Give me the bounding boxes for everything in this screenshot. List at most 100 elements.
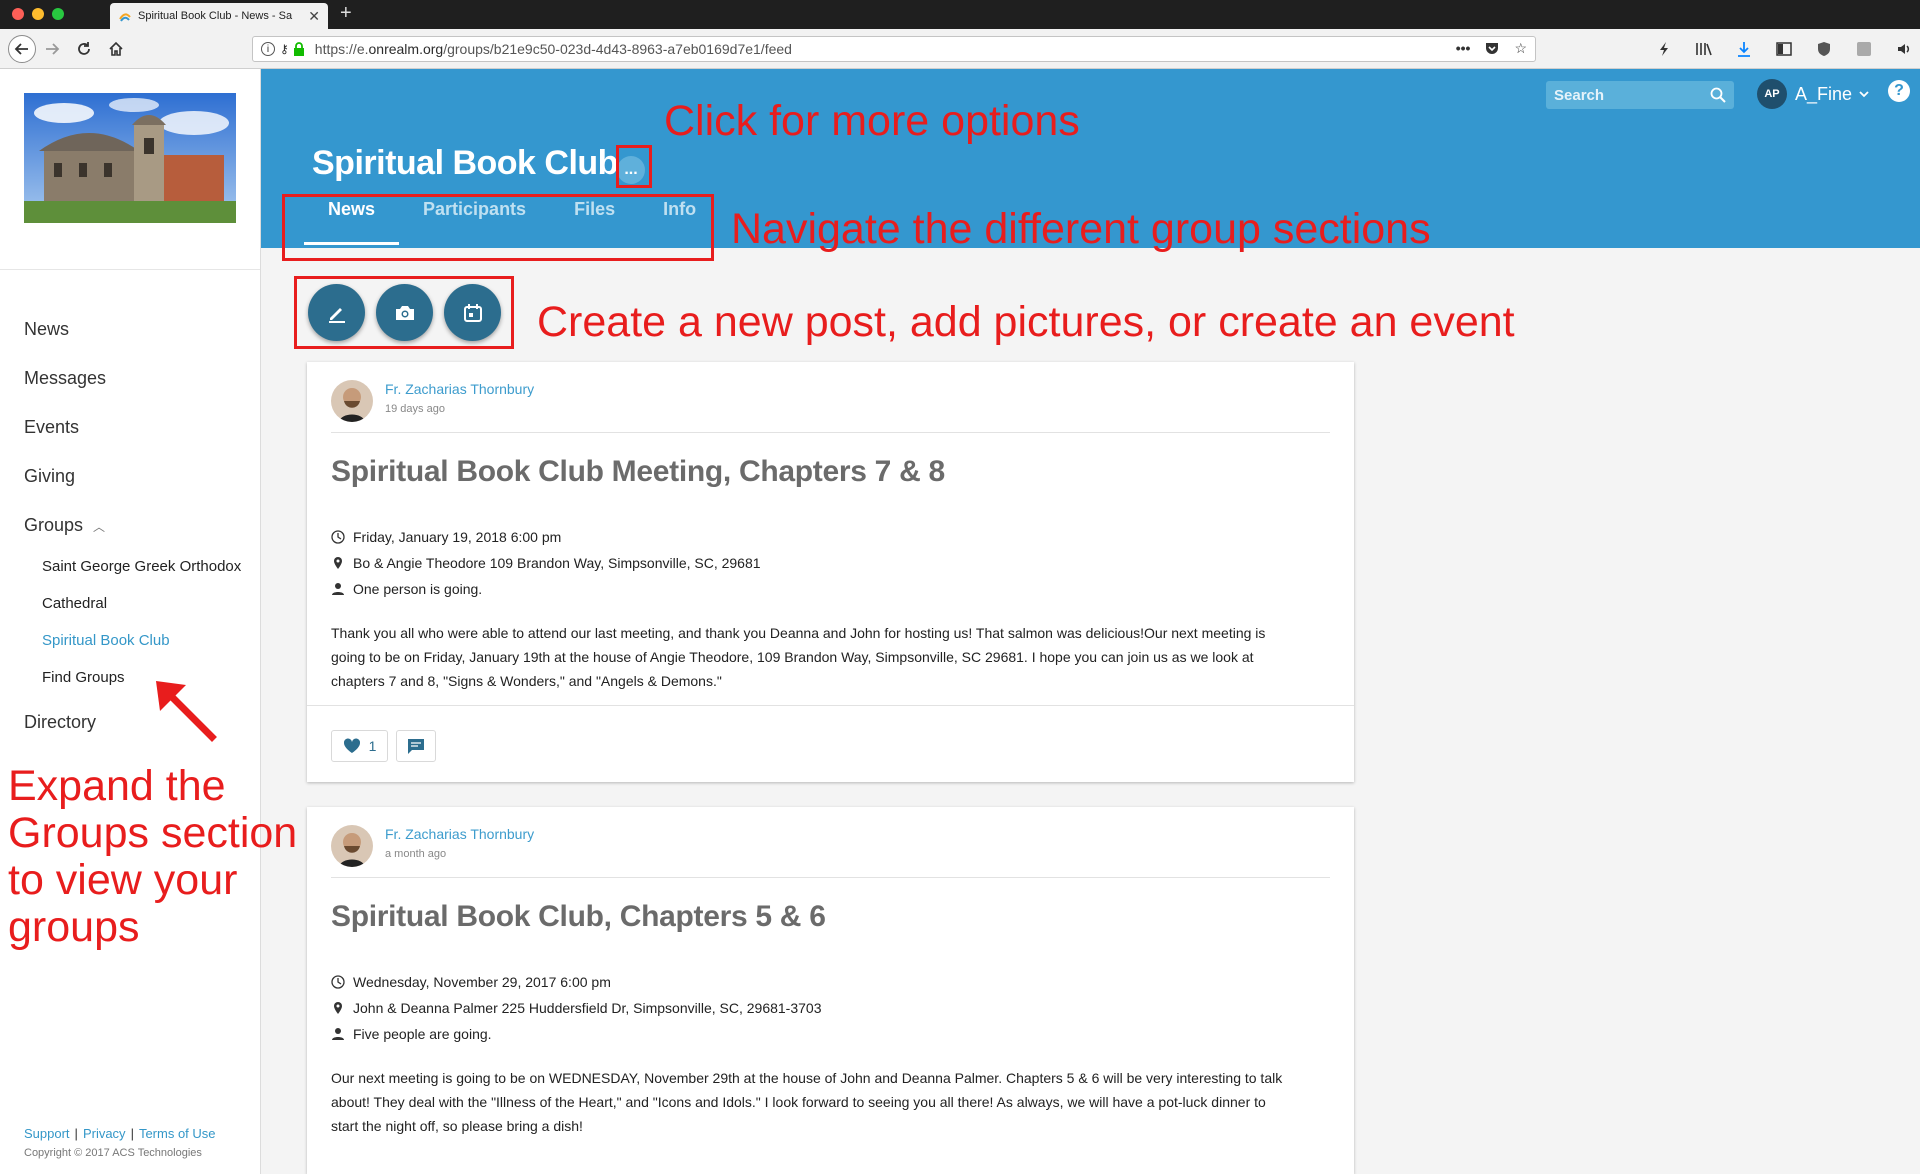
search-icon[interactable] [1710,87,1726,103]
event-attendance-text: One person is going. [353,581,483,597]
post-body-line: start the night off, so please bring a d… [331,1118,583,1134]
sidebar-group-spiritual-book-club[interactable]: Spiritual Book Club [24,631,241,668]
support-link[interactable]: Support [24,1126,70,1141]
footer-separator: | [74,1126,78,1141]
annotation-expand-line: to view your [8,856,238,904]
chevron-up-icon: ︿ [93,520,106,534]
terms-link[interactable]: Terms of Use [139,1126,216,1141]
sidebar-item-label: Directory [24,712,97,732]
like-button[interactable]: 1 [331,730,388,762]
browser-tab-active[interactable]: Spiritual Book Club - News - Sa ✕ [110,3,328,29]
address-bar[interactable]: i ⚷ https://e.onrealm.org/groups/b21e9c5… [252,36,1536,62]
footer-separator: | [130,1126,134,1141]
event-attendance: Five people are going. [331,1026,492,1042]
sidebar-item-label: Messages [24,368,107,388]
event-date-text: Wednesday, November 29, 2017 6:00 pm [353,974,611,990]
post-title[interactable]: Spiritual Book Club, Chapters 5 & 6 [331,900,826,934]
home-icon [109,41,123,56]
url-text: https://e.onrealm.org/groups/b21e9c50-02… [315,41,1456,57]
post-body-line: going to be on Friday, January 19th at t… [331,649,1254,665]
sidebar-item-messages[interactable]: Messages [24,366,241,415]
post-body-line: Our next meeting is going to be on WEDNE… [331,1070,1283,1086]
sidebar-footer: Support | Privacy | Terms of Use Copyright ©… [24,1126,216,1159]
event-attendance-text: Five people are going. [353,1026,492,1042]
sidebar-toggle-icon[interactable] [1775,40,1793,58]
event-location-text: John & Deanna Palmer 225 Huddersfield Dr… [353,1000,822,1016]
sidebar-item-label: Giving [24,466,76,486]
author-avatar[interactable] [331,380,373,422]
download-icon[interactable] [1735,40,1753,58]
bookmark-star-icon[interactable]: ☆ [1514,40,1527,59]
annotation-expand-line: groups [8,903,140,951]
post-header: Fr. Zacharias Thornbury 19 days ago [331,380,534,422]
annotation-box-more-options [616,145,652,188]
close-tab-icon[interactable]: ✕ [308,8,320,25]
flash-icon[interactable] [1655,40,1673,58]
post-body: Our next meeting is going to be on WEDNE… [331,1066,1331,1138]
sidebar-item-groups[interactable]: Groups ︿ [24,513,241,557]
reload-button[interactable] [72,37,96,61]
url-domain: onrealm.org [368,41,444,57]
copyright-text: Copyright © 2017 ACS Technologies [24,1147,202,1159]
library-icon[interactable] [1695,40,1713,58]
post-title[interactable]: Spiritual Book Club Meeting, Chapters 7 … [331,455,945,489]
shield-icon[interactable] [1815,40,1833,58]
user-menu[interactable]: AP A_Fine [1757,79,1870,109]
annotation-box-actions [294,276,514,349]
speaker-icon[interactable] [1895,40,1913,58]
sidebar-item-news[interactable]: News [24,317,241,366]
info-icon[interactable]: i [261,42,275,56]
arrow-left-icon [14,43,28,55]
author-name-link[interactable]: Fr. Zacharias Thornbury [385,381,534,397]
sidebar-item-label: Groups [24,515,84,535]
clock-icon [331,530,345,544]
privacy-link[interactable]: Privacy [83,1126,126,1141]
comment-button[interactable] [396,730,436,762]
arrow-right-icon [46,43,60,55]
chevron-down-icon [1859,91,1869,98]
pocket-icon[interactable] [1484,40,1500,59]
post-card: Fr. Zacharias Thornbury 19 days ago Spir… [307,362,1354,782]
event-date: Wednesday, November 29, 2017 6:00 pm [331,974,611,990]
sidebar-item-events[interactable]: Events [24,415,241,464]
back-button[interactable] [8,35,36,63]
tab-title: Spiritual Book Club - News - Sa [138,10,293,22]
sidebar-item-giving[interactable]: Giving [24,464,241,513]
page-actions-icon[interactable]: ••• [1456,40,1471,59]
reload-icon [78,42,90,55]
clock-icon [331,975,345,989]
author-avatar[interactable] [331,825,373,867]
minimize-window-button[interactable] [32,8,44,20]
annotation-arrow-icon [156,681,217,742]
post-timestamp: 19 days ago [385,403,445,415]
church-logo-image[interactable] [24,93,236,223]
annotation-box-tabs [282,194,714,261]
sidebar-group-saint-george[interactable]: Saint George Greek Orthodox [24,557,241,594]
site-favicon-icon [119,13,131,22]
zoom-window-button[interactable] [52,8,64,20]
browser-tab-bar: Spiritual Book Club - News - Sa ✕ + [0,0,1920,29]
help-icon[interactable]: ? [1888,80,1910,102]
new-tab-button[interactable]: + [340,2,352,25]
location-pin-icon [334,1002,342,1014]
annotation-expand-line: Groups section [8,809,298,857]
annotation-expand-line: Expand the [8,762,226,810]
post-body-line: chapters 7 and 8, "Signs & Wonders," and… [331,673,722,689]
person-icon [332,583,344,595]
post-body-line: about! They deal with the "Illness of th… [331,1094,1266,1110]
forward-button[interactable] [40,37,64,61]
close-window-button[interactable] [12,8,24,20]
annotation-navigate: Navigate the different group sections [731,205,1431,253]
sidebar-item-label: Events [24,417,80,437]
post-footer-divider [307,705,1354,706]
author-name-link[interactable]: Fr. Zacharias Thornbury [385,826,534,842]
lock-icon [293,42,304,56]
event-location: John & Deanna Palmer 225 Huddersfield Dr… [331,1000,822,1016]
search-input[interactable]: Search [1546,81,1734,109]
sidebar-group-cathedral[interactable]: Cathedral [24,594,241,631]
extension-icon[interactable] [1855,40,1873,58]
page-title: Spiritual Book Club [312,144,618,182]
event-date-text: Friday, January 19, 2018 6:00 pm [353,529,562,545]
post-timestamp: a month ago [385,848,447,860]
home-button[interactable] [104,37,128,61]
